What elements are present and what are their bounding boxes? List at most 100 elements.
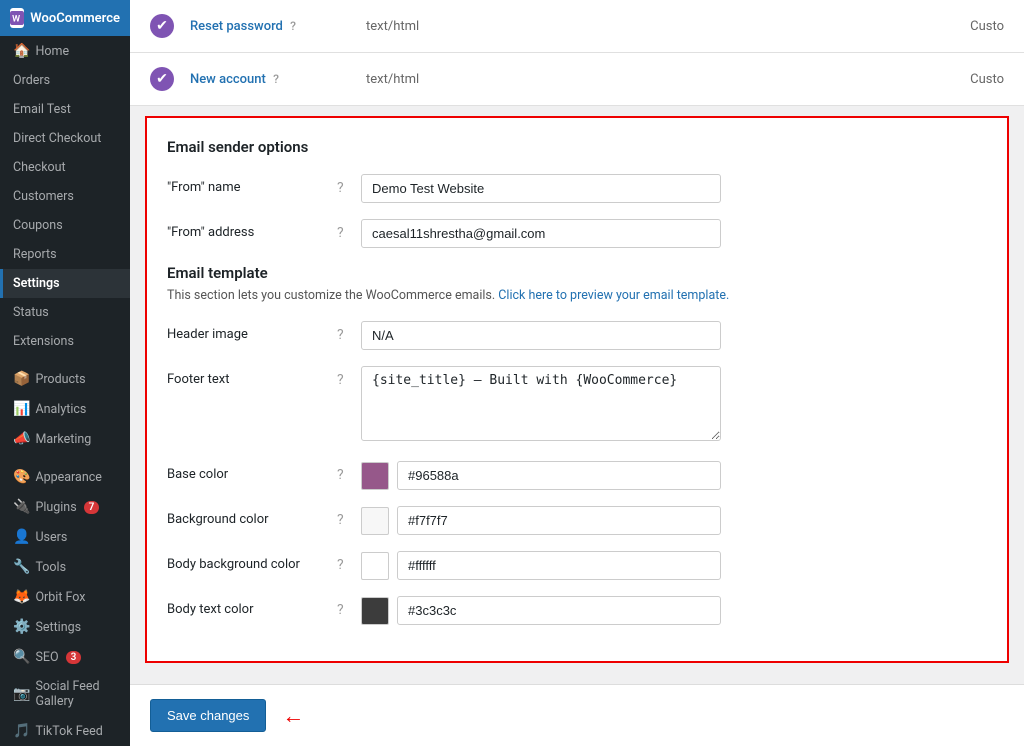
from-address-help-icon[interactable]: ?	[337, 219, 361, 241]
orbit-fox-icon: 🦊	[13, 589, 30, 605]
from-name-input[interactable]	[361, 174, 721, 203]
base-color-input[interactable]	[397, 461, 721, 490]
new-account-link[interactable]: New account ?	[190, 72, 350, 87]
sidebar-item-analytics[interactable]: 📊 Analytics	[0, 394, 130, 424]
reset-password-custom: Custo	[970, 19, 1004, 34]
from-name-help-icon[interactable]: ?	[337, 174, 361, 196]
sidebar-item-label: Extensions	[13, 334, 74, 349]
content-area: ✔ Reset password ? text/html Custo ✔ New…	[130, 0, 1024, 684]
body-bg-label: Body background color	[167, 551, 337, 572]
social-feed-icon: 📷	[13, 686, 30, 702]
email-row-new-account: ✔ New account ? text/html Custo	[130, 53, 1024, 106]
footer-text-help-icon[interactable]: ?	[337, 366, 361, 388]
reset-help-icon[interactable]: ?	[290, 19, 296, 33]
sidebar-item-reports[interactable]: Reports	[0, 240, 130, 269]
body-bg-input[interactable]	[397, 551, 721, 580]
sidebar-item-coupons[interactable]: Coupons	[0, 211, 130, 240]
tiktok-icon: 🎵	[13, 723, 30, 739]
sidebar-item-products[interactable]: 📦 Products	[0, 364, 130, 394]
sidebar-item-tiktok[interactable]: 🎵 TikTok Feed	[0, 716, 130, 746]
tools-icon: 🔧	[13, 559, 30, 575]
sidebar-item-marketing[interactable]: 📣 Marketing	[0, 424, 130, 454]
template-desc-text: This section lets you customize the WooC…	[167, 288, 495, 303]
seo-badge: 3	[66, 651, 82, 664]
sidebar-item-label: Tools	[35, 560, 66, 575]
save-changes-button[interactable]: Save changes	[150, 699, 266, 732]
sidebar-header[interactable]: W WooCommerce	[0, 0, 130, 36]
sidebar-item-label: Coupons	[13, 218, 63, 233]
footer-text-label: Footer text	[167, 366, 337, 387]
sidebar-item-label: Orbit Fox	[35, 590, 85, 605]
sidebar-item-label: Reports	[13, 247, 57, 262]
bg-color-control	[361, 506, 721, 535]
base-color-help-icon[interactable]: ?	[337, 461, 361, 483]
sidebar-item-label: Orders	[13, 73, 50, 88]
body-text-label: Body text color	[167, 596, 337, 617]
sidebar-item-home[interactable]: 🏠 Home	[0, 36, 130, 66]
svg-text:W: W	[12, 15, 20, 25]
base-color-row: Base color ?	[167, 461, 987, 490]
body-text-swatch[interactable]	[361, 597, 389, 625]
arrow-indicator: ←	[282, 703, 304, 729]
preview-template-link[interactable]: Click here to preview your email templat…	[498, 288, 729, 303]
sidebar-item-settings[interactable]: Settings	[0, 269, 130, 298]
from-address-input[interactable]	[361, 219, 721, 248]
body-bg-row: Body background color ?	[167, 551, 987, 580]
sidebar-item-customers[interactable]: Customers	[0, 182, 130, 211]
sidebar-item-label: Checkout	[13, 160, 66, 175]
sidebar-item-label: Home	[35, 44, 69, 59]
sidebar-item-social-feed[interactable]: 📷 Social Feed Gallery	[0, 672, 130, 716]
marketing-icon: 📣	[13, 431, 30, 447]
sidebar-item-label: Social Feed Gallery	[35, 679, 120, 709]
sidebar-item-settings2[interactable]: ⚙️ Settings	[0, 612, 130, 642]
sidebar-item-label: Users	[35, 530, 67, 545]
sidebar-item-email-test[interactable]: Email Test	[0, 95, 130, 124]
sidebar-item-label: Customers	[13, 189, 74, 204]
sidebar-item-plugins[interactable]: 🔌 Plugins 7	[0, 492, 130, 522]
settings2-icon: ⚙️	[13, 619, 30, 635]
sidebar-item-seo[interactable]: 🔍 SEO 3	[0, 642, 130, 672]
sidebar-item-label: Products	[35, 372, 85, 387]
bg-color-input[interactable]	[397, 506, 721, 535]
sidebar-item-checkout[interactable]: Checkout	[0, 153, 130, 182]
from-address-label: "From" address	[167, 219, 337, 240]
seo-icon: 🔍	[13, 649, 30, 665]
sidebar-item-appearance[interactable]: 🎨 Appearance	[0, 462, 130, 492]
analytics-icon: 📊	[13, 401, 30, 417]
email-row-reset-password: ✔ Reset password ? text/html Custo	[130, 0, 1024, 53]
sidebar-item-extensions[interactable]: Extensions	[0, 327, 130, 356]
sidebar-item-status[interactable]: Status	[0, 298, 130, 327]
new-account-help-icon[interactable]: ?	[273, 72, 279, 86]
sidebar-title: WooCommerce	[30, 11, 120, 26]
sidebar-item-direct-checkout[interactable]: Direct Checkout	[0, 124, 130, 153]
body-text-input[interactable]	[397, 596, 721, 625]
bg-color-help-icon[interactable]: ?	[337, 506, 361, 528]
bg-color-label: Background color	[167, 506, 337, 527]
sidebar-item-tools[interactable]: 🔧 Tools	[0, 552, 130, 582]
footer-text-textarea[interactable]: {site_title} — Built with {WooCommerce}	[361, 366, 721, 441]
plugins-icon: 🔌	[13, 499, 30, 515]
home-icon: 🏠	[13, 43, 30, 59]
sidebar-item-label: Analytics	[35, 402, 86, 417]
body-bg-swatch[interactable]	[361, 552, 389, 580]
from-address-control	[361, 219, 721, 248]
body-bg-help-icon[interactable]: ?	[337, 551, 361, 573]
header-image-input[interactable]	[361, 321, 721, 350]
bg-color-swatch[interactable]	[361, 507, 389, 535]
sidebar-item-orders[interactable]: Orders	[0, 66, 130, 95]
reset-password-link[interactable]: Reset password ?	[190, 19, 350, 34]
bg-color-row: Background color ?	[167, 506, 987, 535]
header-image-control	[361, 321, 721, 350]
sidebar-item-label: Plugins	[35, 500, 76, 515]
template-section-title: Email template	[167, 264, 987, 282]
base-color-swatch[interactable]	[361, 462, 389, 490]
body-text-help-icon[interactable]: ?	[337, 596, 361, 618]
sidebar-item-orbit-fox[interactable]: 🦊 Orbit Fox	[0, 582, 130, 612]
sidebar-item-label: Email Test	[13, 102, 71, 117]
header-image-help-icon[interactable]: ?	[337, 321, 361, 343]
sidebar-item-users[interactable]: 👤 Users	[0, 522, 130, 552]
new-account-check: ✔	[150, 67, 174, 91]
body-text-row: Body text color ?	[167, 596, 987, 625]
sidebar-item-label: Marketing	[35, 432, 91, 447]
products-icon: 📦	[13, 371, 30, 387]
